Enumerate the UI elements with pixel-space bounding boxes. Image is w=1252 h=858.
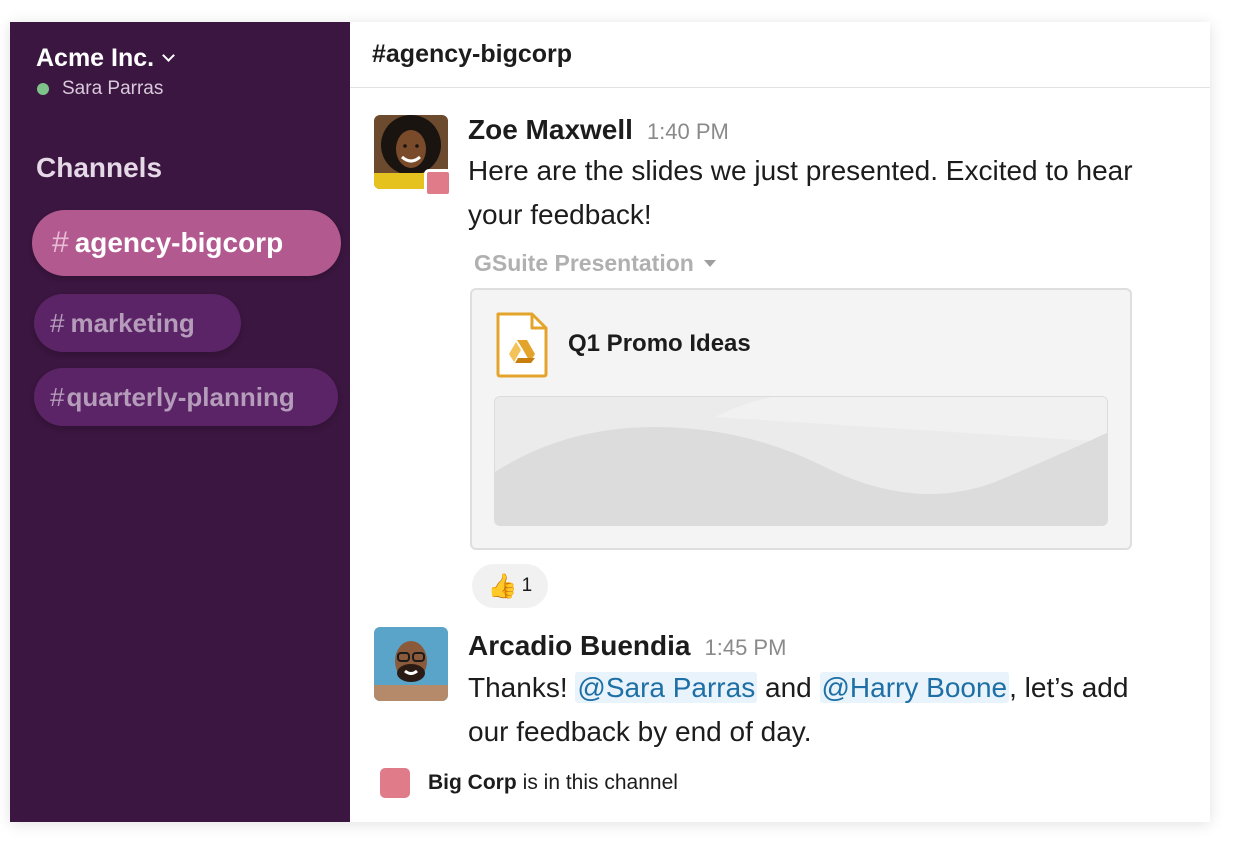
author-name[interactable]: Arcadio Buendia <box>468 630 690 662</box>
channels-section-title[interactable]: Channels <box>36 152 162 184</box>
slide-preview-image[interactable] <box>494 396 1108 526</box>
channel-label: quarterly-planning <box>66 381 295 412</box>
hash-icon: # <box>52 226 69 259</box>
google-drive-icon <box>494 310 550 385</box>
message-timestamp[interactable]: 1:45 PM <box>704 635 786 661</box>
current-user[interactable]: Sara Parras <box>37 78 163 100</box>
text-segment: Thanks! <box>468 672 576 703</box>
attachment-source-label: GSuite Presentation <box>474 250 694 276</box>
author-name[interactable]: Zoe Maxwell <box>468 114 633 146</box>
attachment-source-toggle[interactable]: GSuite Presentation <box>474 250 716 277</box>
message-author-row: Arcadio Buendia 1:45 PM <box>468 630 786 662</box>
file-attachment-card[interactable]: Q1 Promo Ideas <box>470 288 1132 550</box>
hash-icon: # <box>50 307 65 338</box>
sidebar-channel-agency-bigcorp[interactable]: # agency-bigcorp <box>32 210 341 276</box>
sidebar-channel-marketing[interactable]: # marketing <box>34 294 241 352</box>
workspace-switcher[interactable]: Acme Inc. <box>36 44 175 73</box>
hash-icon: # <box>50 381 65 412</box>
reaction-count: 1 <box>521 575 533 596</box>
reaction-thumbsup[interactable]: 👍 1 <box>472 564 548 608</box>
current-user-name: Sara Parras <box>62 78 164 99</box>
user-mention-harry-boone[interactable]: @Harry Boone <box>819 672 1010 703</box>
channel-label: agency-bigcorp <box>74 227 284 258</box>
shared-channel-text: is in this channel <box>522 771 678 794</box>
external-org-badge-icon <box>380 768 410 798</box>
shared-channel-notice: Big Corp is in this channel <box>380 768 678 798</box>
channel-title[interactable]: #agency-bigcorp <box>350 22 1210 88</box>
caret-down-icon <box>703 260 716 267</box>
chevron-down-icon <box>162 49 175 62</box>
slack-window: Acme Inc. Sara Parras Channels # agency-… <box>10 22 1210 822</box>
message-pane: #agency-bigcorp Zoe Maxwell 1:40 PM Here… <box>350 22 1210 822</box>
external-org-badge-icon <box>424 169 452 197</box>
message-text: Here are the slides we just presented. E… <box>468 155 1133 230</box>
sidebar-channel-quarterly-planning[interactable]: # quarterly-planning <box>34 368 338 426</box>
presence-dot-icon <box>37 83 49 95</box>
text-segment: and <box>757 672 820 703</box>
user-mention-sara-parras[interactable]: @Sara Parras <box>575 672 758 703</box>
external-org-name[interactable]: Big Corp <box>428 771 517 795</box>
thumbs-up-icon: 👍 <box>487 572 518 600</box>
message-author-row: Zoe Maxwell 1:40 PM <box>468 114 729 146</box>
workspace-name: Acme Inc. <box>36 44 155 72</box>
message-timestamp[interactable]: 1:40 PM <box>647 119 729 145</box>
avatar-arcadio-buendia[interactable] <box>374 627 448 701</box>
channel-label: marketing <box>70 307 195 338</box>
file-title[interactable]: Q1 Promo Ideas <box>568 330 751 358</box>
message-text: Thanks! @Sara Parras and @Harry Boone, l… <box>468 666 1168 754</box>
sidebar: Acme Inc. Sara Parras Channels # agency-… <box>10 22 350 822</box>
